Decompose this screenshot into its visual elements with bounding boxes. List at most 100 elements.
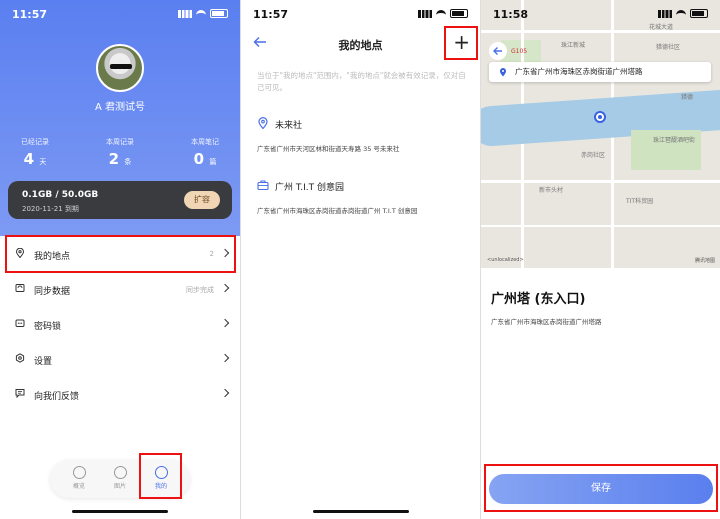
smile-icon <box>72 466 86 479</box>
lock-icon <box>15 319 25 327</box>
storage-amount: 0.1GB / 50.0GB <box>22 190 99 200</box>
tab-images[interactable]: 图片 <box>105 466 135 490</box>
page-title: 我的地点 <box>338 39 383 52</box>
expand-storage-button[interactable]: 扩容 <box>184 191 220 209</box>
stat-value: 0 <box>193 150 205 168</box>
stat-unit: 条 <box>124 158 132 166</box>
profile-header: 11:57 A 君测试号 已经记录 4 天 本周记录 2 条 本周笔记 0 篇 … <box>0 0 240 236</box>
address-search-bar[interactable]: 广东省广州市海珠区赤岗街道广州塔路 <box>489 62 711 82</box>
add-place-button[interactable]: + <box>453 32 470 52</box>
stat-label: 本周笔记 <box>191 138 219 146</box>
stat-label: 已经记录 <box>21 138 49 146</box>
battery-icon <box>210 9 228 18</box>
battery-icon <box>690 9 708 18</box>
tab-bar: 概览 图片 我的 <box>50 460 190 498</box>
signal-icon <box>178 9 192 18</box>
place-item[interactable]: 未来社 广东省广州市天河区林和街道天寿路 35 号未来社 <box>257 117 471 153</box>
menu-item-label: 我的地点 <box>34 252 71 262</box>
map-label: 猎德社区 <box>656 44 681 51</box>
chevron-right-icon <box>220 318 230 328</box>
menu-item-password-lock[interactable]: 密码锁 <box>0 306 240 341</box>
globe-icon <box>113 466 127 479</box>
place-title: 广州塔 (东入口) <box>491 292 586 307</box>
save-button[interactable]: 保存 <box>489 474 713 504</box>
place-address: 广东省广州市天河区林和街道天寿路 35 号未来社 <box>257 145 400 153</box>
tab-overview[interactable]: 概览 <box>64 466 94 490</box>
menu-item-label: 同步数据 <box>34 287 71 297</box>
tab-label: 图片 <box>113 483 126 490</box>
wifi-icon <box>436 9 446 18</box>
map-label: 珠江琶醍酒吧街 <box>653 137 696 144</box>
status-icons <box>418 9 468 18</box>
menu-item-value: 2 <box>209 250 214 258</box>
chevron-right-icon <box>220 283 230 293</box>
avatar[interactable] <box>96 44 144 92</box>
tab-mine[interactable]: 我的 <box>146 466 176 490</box>
menu-item-sync-data[interactable]: 同步数据 同步完成 <box>0 271 240 306</box>
map-view[interactable]: 花城大道 猎德社区 珠江新城 猎德 G105 新市头村 TIT科贸园 珠江琶醍酒… <box>481 0 720 268</box>
back-button[interactable] <box>489 42 507 60</box>
my-places-screen: 11:57 我的地点 + 当位于"我的地点"范围内，"我的地点"就会被有效记录，… <box>240 0 480 519</box>
place-item[interactable]: 广州 T.I.T 创意园 广东省广州市海珠区赤岗街道赤岗街道广州 T.I.T 创… <box>257 180 471 215</box>
feedback-icon <box>15 389 25 398</box>
location-pin-icon <box>500 68 506 77</box>
map-road <box>481 30 720 33</box>
stat-week-notes: 本周笔记 0 篇 <box>170 137 240 168</box>
place-name: 未来社 <box>275 121 303 131</box>
menu-item-label: 设置 <box>34 357 53 367</box>
stat-unit: 天 <box>39 158 47 166</box>
briefcase-icon <box>257 180 269 191</box>
stat-recorded-days: 已经记录 4 天 <box>0 137 70 168</box>
stat-unit: 篇 <box>209 158 217 166</box>
menu-item-label: 向我们反馈 <box>34 392 80 402</box>
location-pin-icon <box>15 248 25 258</box>
chevron-right-icon <box>220 388 230 398</box>
storage-expiry: 2020-11-21 到期 <box>22 205 79 213</box>
wifi-icon <box>676 9 686 18</box>
map-provider-logo: 腾讯地图 <box>694 258 715 264</box>
map-label: 赤岗社区 <box>581 152 606 159</box>
menu-item-settings[interactable]: 设置 <box>0 341 240 376</box>
map-road <box>481 225 720 227</box>
chevron-right-icon <box>220 353 230 363</box>
location-pin-icon <box>258 117 268 129</box>
battery-icon <box>450 9 468 18</box>
gear-icon <box>15 353 25 363</box>
status-bar: 11:58 <box>481 0 720 28</box>
map-label: 猎德 <box>681 94 694 101</box>
sync-icon <box>15 284 25 292</box>
settings-menu: 我的地点 2 同步数据 同步完成 密码锁 设置 向我们反馈 <box>0 236 240 411</box>
user-icon <box>154 466 168 479</box>
map-label: 珠江新城 <box>561 42 586 49</box>
back-arrow-icon <box>493 47 502 55</box>
map-label: 新市头村 <box>539 187 564 194</box>
menu-item-value: 同步完成 <box>186 286 214 294</box>
map-marker-icon[interactable] <box>594 111 606 123</box>
place-address: 广东省广州市海珠区赤岗街道赤岗街道广州 T.I.T 创意园 <box>257 207 418 215</box>
menu-item-feedback[interactable]: 向我们反馈 <box>0 376 240 411</box>
hint-text: 当位于"我的地点"范围内，"我的地点"就会被有效记录，仅对自己可见。 <box>257 71 466 92</box>
status-bar: 11:57 <box>0 0 240 28</box>
status-bar: 11:57 <box>241 0 480 28</box>
map-label: G105 <box>511 48 528 55</box>
stat-label: 本周记录 <box>106 138 134 146</box>
map-road <box>481 180 720 183</box>
tab-label: 概览 <box>72 483 85 490</box>
add-place-screen: 花城大道 猎德社区 珠江新城 猎德 G105 新市头村 TIT科贸园 珠江琶醍酒… <box>480 0 720 519</box>
place-address: 广东省广州市海珠区赤岗街道广州塔路 <box>491 318 602 326</box>
home-indicator <box>72 510 168 513</box>
map-label: TIT科贸园 <box>626 198 654 205</box>
tab-label: 我的 <box>154 483 167 490</box>
signal-icon <box>418 9 432 18</box>
username: A 君测试号 <box>94 102 146 113</box>
search-address-text: 广东省广州市海珠区赤岗街道广州塔路 <box>515 67 643 76</box>
nav-bar: 我的地点 + <box>241 28 480 58</box>
status-time: 11:57 <box>253 8 289 21</box>
place-name: 广州 T.I.T 创意园 <box>275 183 345 193</box>
stat-value: 4 <box>23 150 35 168</box>
storage-card: 0.1GB / 50.0GB 2020-11-21 到期 扩容 <box>8 181 232 219</box>
map-attribution: <unlocalized> <box>487 257 524 263</box>
signal-icon <box>658 9 672 18</box>
wifi-icon <box>196 9 206 18</box>
menu-item-my-places[interactable]: 我的地点 2 <box>0 236 240 271</box>
